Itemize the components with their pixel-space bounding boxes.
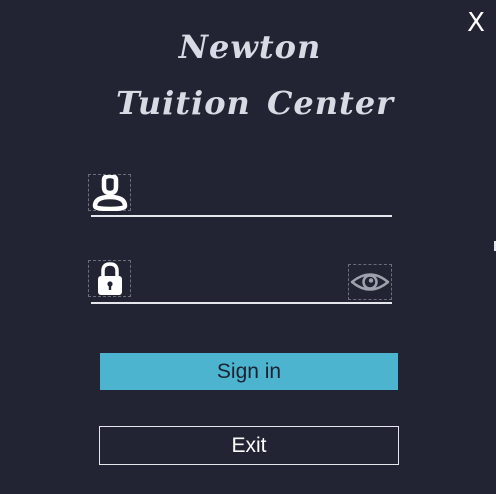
sign-in-button[interactable]: Sign in <box>100 353 398 390</box>
username-underline <box>91 215 392 217</box>
username-input[interactable] <box>138 180 388 210</box>
app-title-line1: Newton <box>178 28 322 66</box>
close-button[interactable]: X <box>462 8 490 38</box>
exit-button[interactable]: Exit <box>99 426 399 465</box>
user-icon <box>88 174 131 211</box>
app-title-line2: Tuition Center <box>115 84 395 122</box>
password-input[interactable] <box>138 266 343 296</box>
password-underline <box>91 302 392 304</box>
lock-icon <box>88 260 131 297</box>
show-password-eye-icon[interactable] <box>348 264 392 300</box>
